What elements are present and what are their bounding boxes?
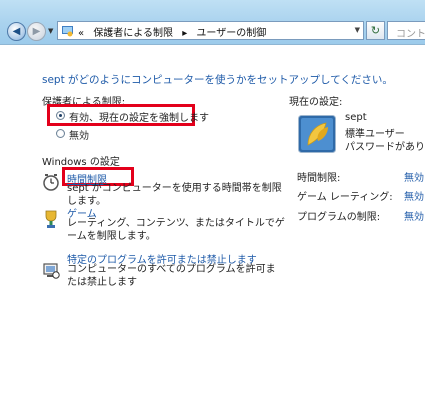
page-heading: sept がどのようにコンピューターを使うかをセットアップしてください。 — [42, 74, 393, 86]
back-button[interactable]: ◀ — [7, 22, 26, 41]
program-icon — [43, 263, 60, 279]
password-status: パスワードがありま — [345, 142, 425, 153]
refresh-button[interactable]: ↻ — [366, 21, 385, 40]
address-dropdown-icon[interactable]: ▼ — [355, 26, 360, 34]
radio-enable[interactable] — [56, 111, 65, 120]
recent-pages-dropdown-icon[interactable]: ▼ — [48, 27, 53, 35]
radio-disable[interactable] — [56, 129, 65, 138]
time-limits-status-value: 無効 — [404, 173, 424, 184]
breadcrumb-user-controls[interactable]: ユーザーの制御 — [196, 28, 266, 39]
clock-icon — [43, 174, 59, 191]
games-description: レーティング、コンテンツ、またはタイトルでゲームを制限します。 — [67, 218, 285, 242]
current-settings-label: 現在の設定: — [289, 97, 343, 108]
program-limits-status-label: プログラムの制限: — [297, 212, 381, 223]
breadcrumb-separator[interactable]: ▸ — [182, 28, 187, 39]
breadcrumb-overflow[interactable]: « — [78, 28, 84, 39]
game-rating-status-value: 無効 — [404, 192, 424, 203]
user-name: sept — [345, 112, 367, 123]
main-content: sept がどのようにコンピューターを使うかをセットアップしてください。 保護者… — [0, 45, 425, 397]
window-titlebar: ◀ ▶ ▼ « 保護者による制限 ▸ ユーザーの制御 ▼ ↻ コントロ — [0, 0, 425, 45]
time-limits-status-label: 時間制限: — [297, 173, 341, 184]
time-limits-description: sept がコンピューターを使用する時間帯を制限します。 — [67, 183, 282, 207]
control-panel-icon — [62, 26, 73, 37]
search-input[interactable]: コントロ — [387, 21, 425, 40]
address-bar[interactable]: « 保護者による制限 ▸ ユーザーの制御 ▼ — [57, 21, 364, 40]
trophy-icon — [45, 210, 57, 228]
option-enable-label[interactable]: 有効、現在の設定を強制します — [69, 109, 209, 124]
option-disable-label[interactable]: 無効 — [69, 127, 89, 142]
forward-button[interactable]: ▶ — [27, 22, 46, 41]
allow-block-programs-description: コンピューターのすべてのプログラムを許可または禁止します — [67, 264, 276, 288]
program-limits-status-value: 無効 — [404, 212, 424, 223]
breadcrumb-parental-controls[interactable]: 保護者による制限 — [93, 28, 173, 39]
user-avatar-icon — [298, 115, 336, 153]
game-rating-status-label: ゲーム レーティング: — [297, 192, 393, 203]
windows-settings-label: Windows の設定 — [42, 157, 120, 168]
